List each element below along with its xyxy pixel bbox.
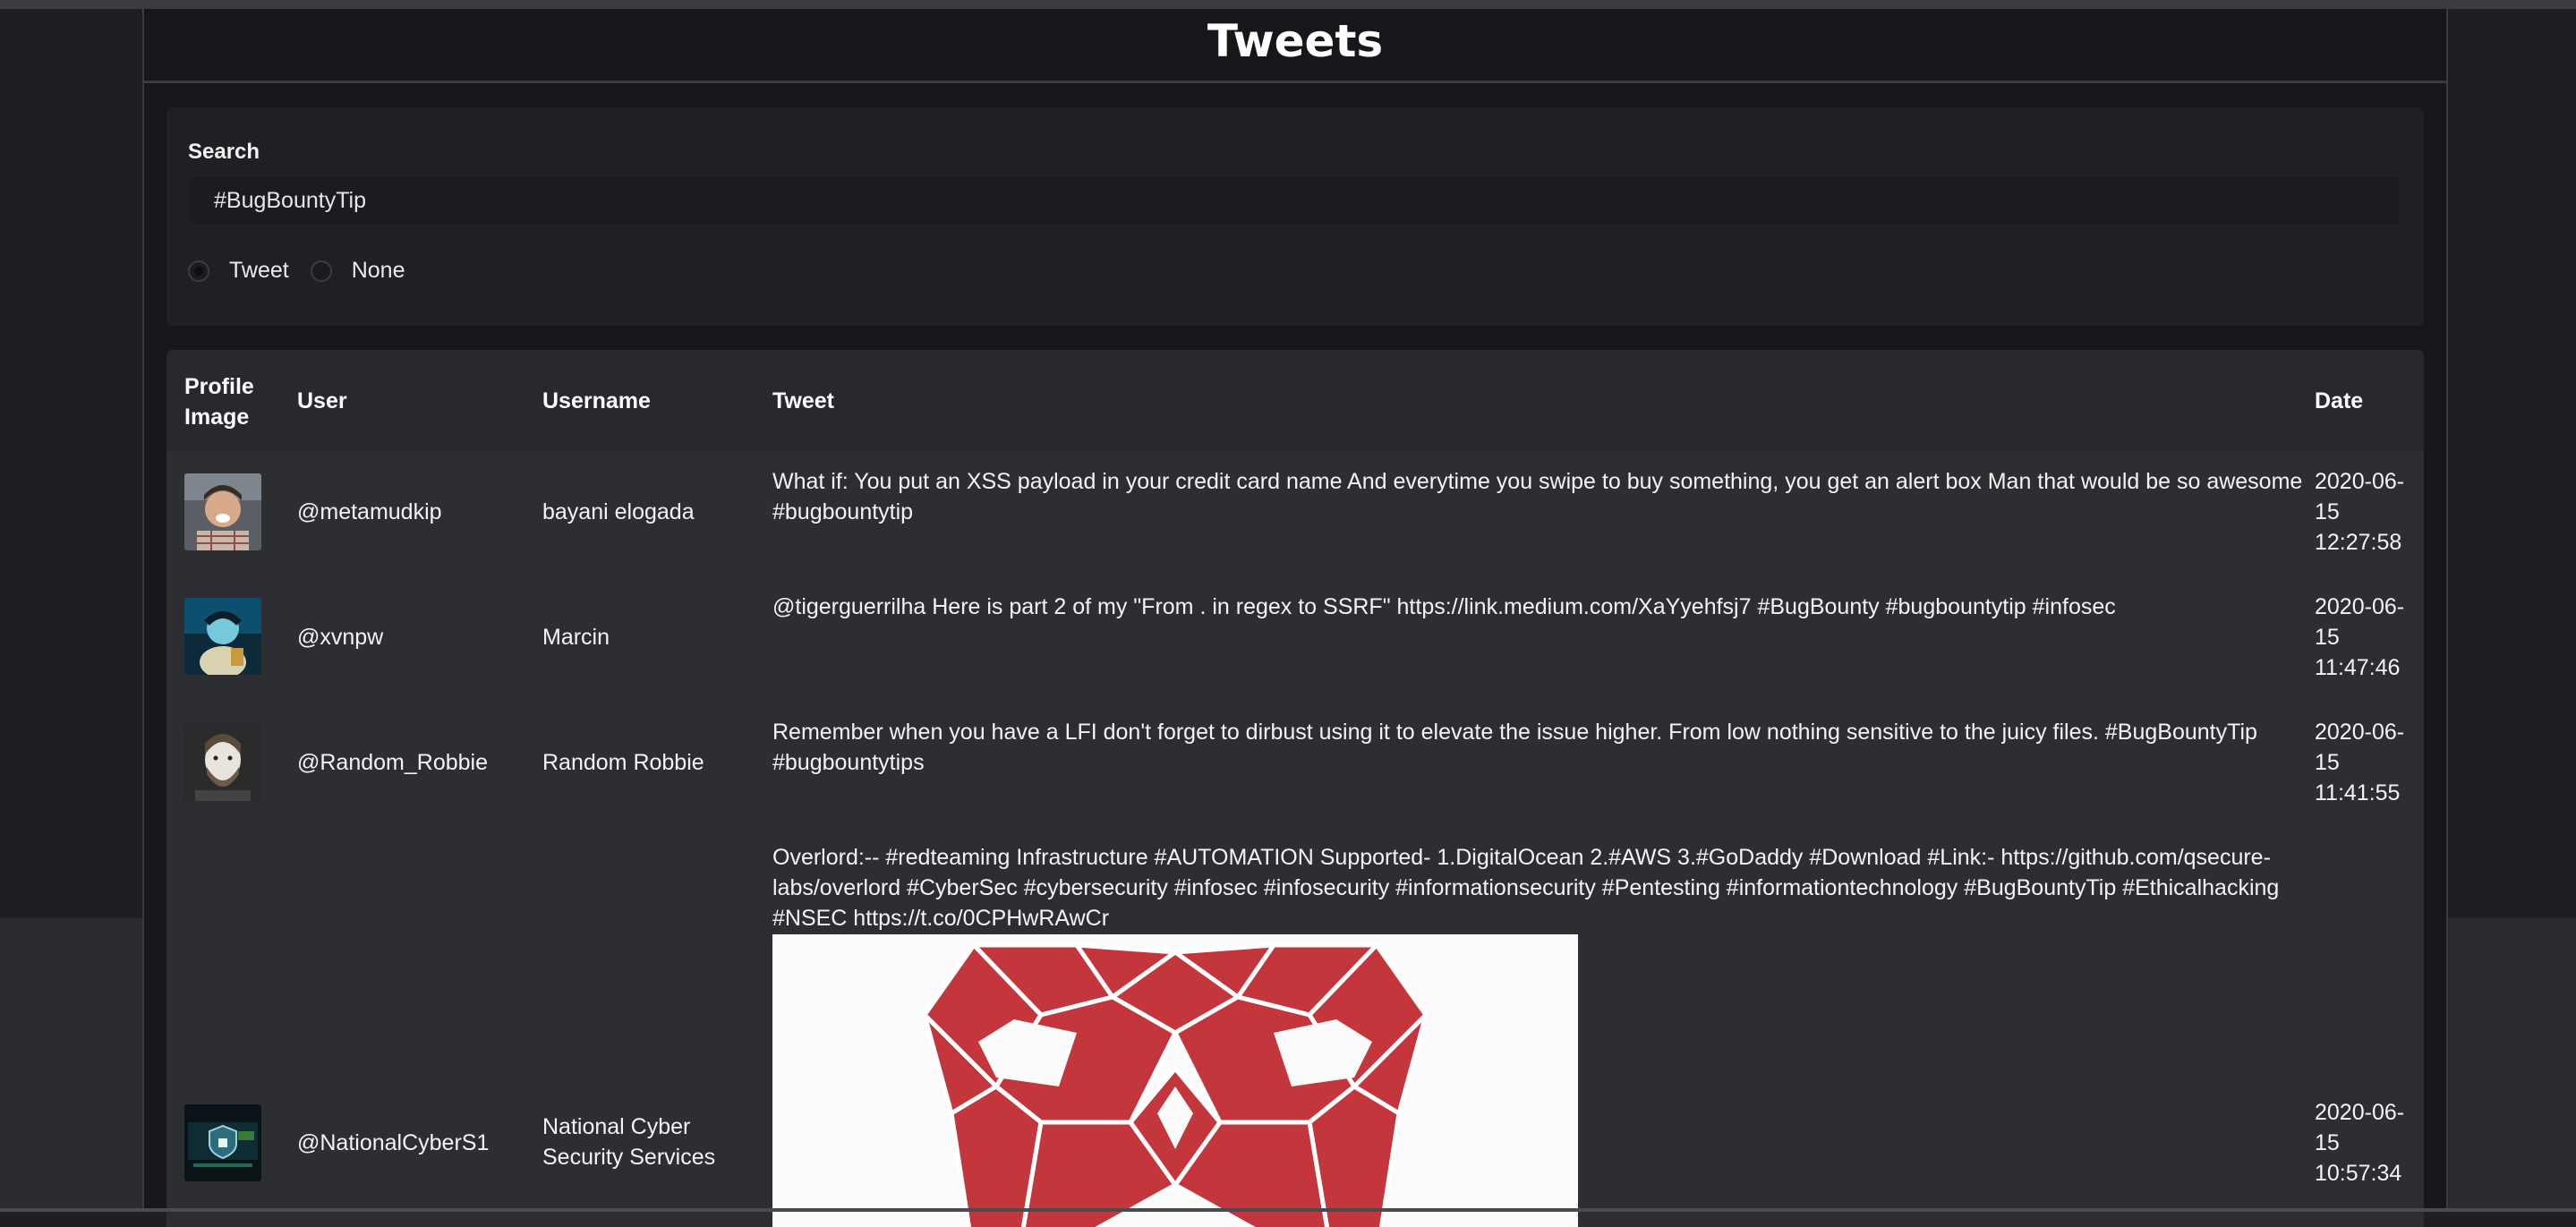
- tweet-text: Overlord:-- #redteaming Infrastructure #…: [772, 845, 2280, 931]
- tweet-text: @tigerguerrilha Here is part 2 of my "Fr…: [772, 594, 2116, 619]
- avatar-icon: [184, 473, 261, 550]
- page-header: Tweets: [144, 9, 2446, 83]
- main-container: Tweets Search Tweet None Profile Image U…: [142, 9, 2448, 1227]
- window-bottom-edge: [0, 1208, 2576, 1212]
- user-name: Random Robbie: [542, 750, 704, 775]
- user-handle[interactable]: @metamudkip: [297, 497, 442, 527]
- search-input[interactable]: [188, 175, 2401, 226]
- tweet-date: 2020-06-15 10:57:34: [2315, 1100, 2405, 1186]
- search-panel: Search Tweet None: [166, 107, 2424, 326]
- header-profile-image: Profile Image: [184, 374, 254, 430]
- user-name: Marcin: [542, 625, 610, 650]
- header-date: Date: [2315, 388, 2364, 413]
- tweet-media-image[interactable]: [772, 934, 1578, 1227]
- table-row: @Random_Robbie Random Robbie Remember wh…: [166, 702, 2424, 827]
- tweets-table: Profile Image User Username Tweet Date @…: [166, 350, 2424, 1227]
- header-username: Username: [542, 388, 651, 413]
- tweet-text: What if: You put an XSS payload in your …: [772, 469, 2303, 524]
- table-row: @NationalCyberS1 National Cyber Security…: [166, 827, 2424, 1227]
- tweet-text: Remember when you have a LFI don't forge…: [772, 720, 2257, 775]
- window-top-strip: [0, 0, 2576, 9]
- tweet-date: 2020-06-15 11:41:55: [2315, 720, 2405, 805]
- user-name: National Cyber Security Services: [542, 1114, 716, 1170]
- none-radio[interactable]: [310, 260, 332, 282]
- header-user: User: [297, 388, 347, 413]
- none-radio-label[interactable]: None: [352, 258, 405, 284]
- table-row: @xvnpw Marcin @tigerguerrilha Here is pa…: [166, 576, 2424, 702]
- avatar-icon: [184, 598, 261, 675]
- user-name: bayani elogada: [542, 499, 695, 524]
- avatar-icon: [184, 724, 261, 801]
- search-label: Search: [188, 140, 260, 164]
- tweet-radio[interactable]: [188, 260, 209, 282]
- user-handle[interactable]: @NationalCyberS1: [297, 1128, 489, 1158]
- user-handle[interactable]: @Random_Robbie: [297, 747, 488, 778]
- header-tweet: Tweet: [772, 388, 834, 413]
- table-header: Profile Image User Username Tweet Date: [166, 350, 2424, 451]
- table-row: @metamudkip bayani elogada What if: You …: [166, 451, 2424, 576]
- tweet-date: 2020-06-15 11:47:46: [2315, 594, 2405, 680]
- page-title: Tweets: [1207, 15, 1384, 67]
- user-handle[interactable]: @xvnpw: [297, 622, 383, 652]
- avatar-icon: [184, 1104, 261, 1181]
- tweet-date: 2020-06-15 12:27:58: [2315, 469, 2405, 555]
- search-type-radio-group: Tweet None: [188, 258, 426, 284]
- tweet-radio-label[interactable]: Tweet: [229, 258, 289, 284]
